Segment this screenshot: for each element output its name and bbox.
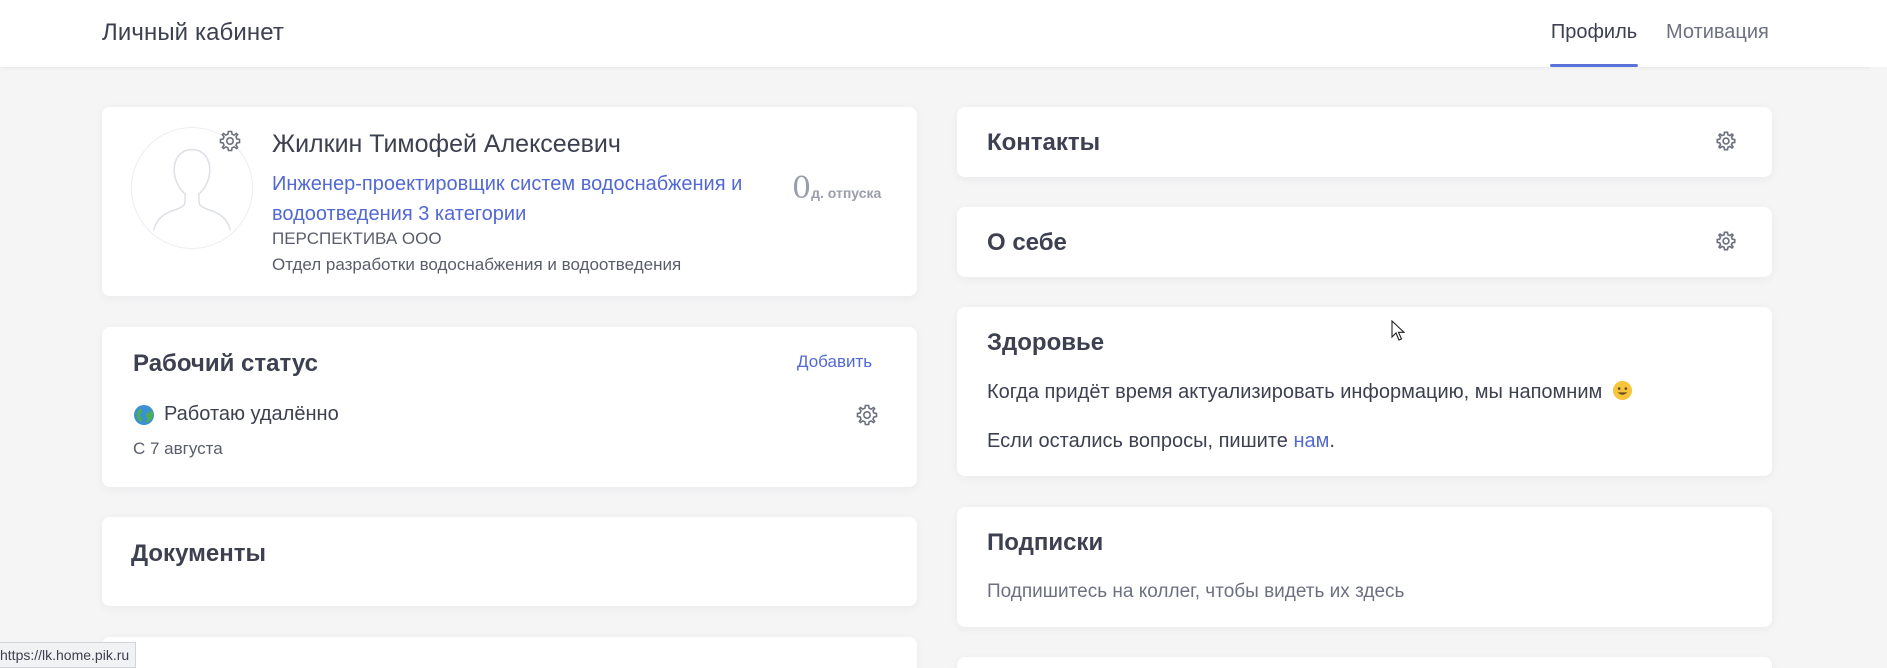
person-name: Жилкин Тимофей Алексеевич: [272, 130, 621, 158]
company-name: ПЕРСПЕКТИВА ООО: [272, 229, 442, 248]
smile-emoji-icon: [1612, 380, 1633, 401]
gear-icon[interactable]: [855, 403, 879, 427]
vacation-days-count: 0: [792, 171, 812, 206]
work-status-since: С 7 августа: [133, 439, 223, 458]
gear-icon[interactable]: [1715, 130, 1737, 152]
subscriptions-empty-text: Подпишитесь на коллег, чтобы видеть их з…: [987, 581, 1405, 602]
work-status-title: Рабочий статус: [133, 350, 318, 377]
department-name: Отдел разработки водоснабжения и водоотв…: [272, 255, 682, 274]
browser-status-url: https://lk.home.pik.ru: [0, 642, 136, 668]
contacts-card: Контакты: [957, 107, 1772, 177]
vacation-days-unit: д. отпуска: [811, 185, 882, 201]
health-title: Здоровье: [987, 329, 1105, 356]
work-status-text: Работаю удалённо: [164, 403, 339, 425]
subscriptions-card: Подписки Подпишитесь на коллег, чтобы ви…: [957, 507, 1772, 627]
documents-card: Документы: [102, 517, 917, 606]
tab-motivation[interactable]: Мотивация: [1666, 21, 1769, 67]
next-card: [102, 637, 917, 668]
gear-icon[interactable]: [1715, 230, 1737, 252]
contact-us-link[interactable]: нам: [1293, 430, 1329, 452]
tab-profile[interactable]: Профиль: [1550, 21, 1638, 67]
add-status-link[interactable]: Добавить: [797, 352, 872, 372]
about-title: О себе: [987, 229, 1067, 256]
globe-icon: [133, 404, 155, 426]
page-scrollbar[interactable]: [1870, 67, 1887, 668]
health-reminder: Когда придёт время актуализировать инфор…: [987, 380, 1633, 404]
profile-card: Жилкин Тимофей Алексеевич Инженер-проект…: [102, 107, 917, 296]
subscriptions-title: Подписки: [987, 529, 1104, 556]
position-link[interactable]: Инженер-проектировщик систем водоснабжен…: [272, 169, 792, 229]
work-status-value: Работаю удалённо: [133, 403, 339, 426]
vacation-days: 0д. отпуска: [792, 171, 881, 206]
health-reminder-text: Когда придёт время актуализировать инфор…: [987, 381, 1603, 403]
gear-icon[interactable]: [218, 129, 242, 153]
app-title: Личный кабинет: [102, 19, 284, 46]
mouse-cursor-icon: [1391, 320, 1405, 342]
about-card: О себе: [957, 207, 1772, 277]
top-bar: Личный кабинет Профиль Мотивация: [0, 0, 1887, 67]
contacts-title: Контакты: [987, 129, 1101, 156]
health-questions: Если остались вопросы, пишите нам.: [987, 430, 1335, 453]
work-status-card: Рабочий статус Добавить Работаю удалённо…: [102, 327, 917, 487]
health-card: Здоровье Когда придёт время актуализиров…: [957, 307, 1772, 476]
health-questions-suffix: .: [1329, 430, 1335, 452]
health-questions-prefix: Если остались вопросы, пишите: [987, 430, 1294, 452]
documents-title: Документы: [131, 540, 266, 567]
next-right-card: [957, 657, 1772, 668]
